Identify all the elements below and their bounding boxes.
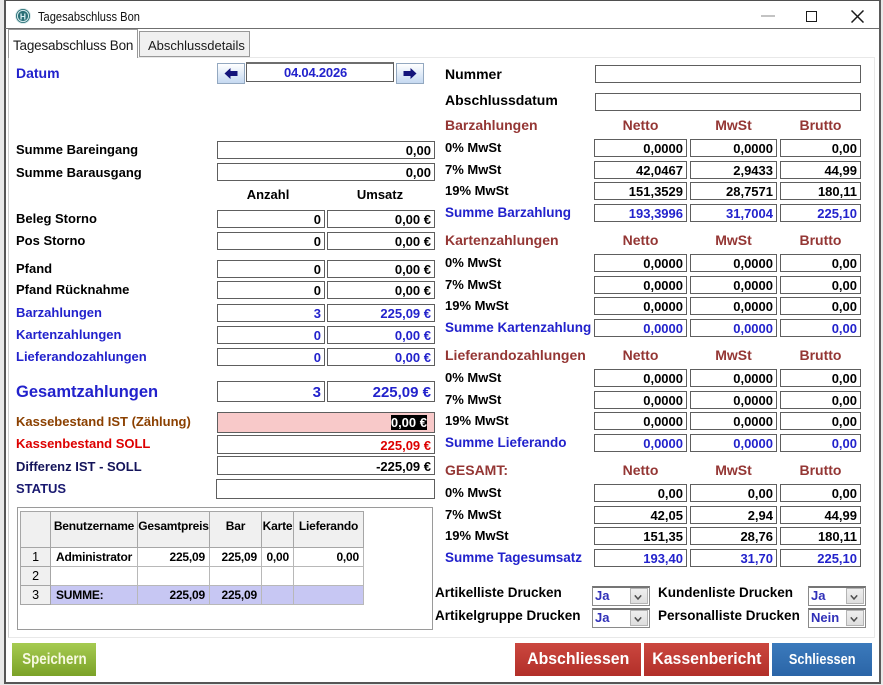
svg-text:H: H (20, 11, 26, 21)
